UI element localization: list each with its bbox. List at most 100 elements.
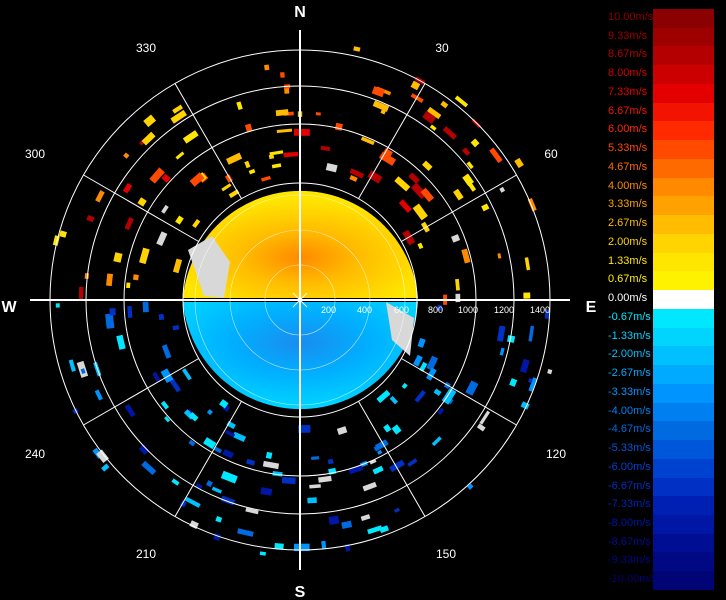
legend-label: 8.67m/s (608, 48, 648, 61)
legend-swatch (653, 158, 714, 178)
legend-label: 5.33m/s (608, 142, 648, 155)
echo-gate (376, 389, 391, 404)
echo-gate (55, 303, 60, 308)
legend-swatch (653, 252, 714, 272)
echo-gate (78, 286, 84, 300)
echo-gate (113, 252, 123, 263)
legend-swatch (653, 83, 714, 103)
echo-gate (95, 190, 105, 203)
legend-label: -9.33m/s (608, 554, 651, 567)
azimuth-label: 210 (136, 547, 156, 561)
west-label: W (1, 299, 17, 316)
echo-gate (262, 460, 280, 470)
echo-gate (417, 242, 424, 250)
echo-gate (244, 160, 251, 169)
legend-row: -7.33m/s (606, 496, 718, 516)
echo-gate (320, 145, 331, 152)
legend-label: -8.00m/s (608, 516, 651, 529)
echo-gate (499, 186, 506, 193)
echo-gate (101, 463, 110, 472)
legend-row: -4.00m/s (606, 402, 718, 422)
echo-gate (318, 475, 332, 483)
legend-swatch (653, 552, 714, 572)
legend-label: -4.00m/s (608, 404, 651, 417)
echo-gate (360, 514, 371, 521)
legend-row: 2.67m/s (606, 215, 718, 235)
echo-gate (431, 436, 442, 447)
legend-swatch (653, 421, 714, 441)
echo-gate (222, 449, 235, 459)
echo-gate (389, 459, 406, 473)
range-label: 1400 (530, 305, 550, 315)
legend-swatch (653, 440, 714, 460)
azimuth-label: 30 (435, 41, 449, 55)
legend-row: -8.00m/s (606, 514, 718, 534)
echo-gate (307, 497, 317, 504)
legend-label: -2.67m/s (608, 367, 651, 380)
echo-gate (433, 388, 442, 397)
echo-gate (328, 515, 340, 525)
echo-gate (139, 247, 150, 265)
legend-row: -10.00m/s (606, 571, 718, 591)
echo-gate (245, 458, 256, 466)
azimuth-spoke (401, 358, 517, 426)
legend-row: 3.33m/s (606, 196, 718, 216)
echo-gate (293, 128, 310, 136)
legend-row: 0.00m/s (606, 290, 718, 310)
echo-gate (371, 86, 385, 98)
legend-label: 1.33m/s (608, 254, 648, 267)
echo-gate (132, 274, 139, 281)
legend-swatch (653, 65, 714, 85)
azimuth-label: 240 (25, 447, 45, 461)
echo-gate (232, 431, 247, 442)
legend-row: 2.00m/s (606, 233, 718, 253)
echo-gate (106, 273, 113, 287)
legend-row: -9.33m/s (606, 552, 718, 572)
legend-row: -8.67m/s (606, 533, 718, 553)
legend-swatch (653, 365, 714, 385)
legend-swatch (653, 271, 714, 291)
echo-gate (236, 101, 243, 111)
legend-swatch (653, 121, 714, 141)
echo-gate (224, 429, 236, 438)
echo-gate (327, 458, 334, 465)
echo-gate (175, 215, 184, 225)
echo-gate (283, 151, 299, 158)
echo-gate (237, 528, 254, 537)
echo-gate (172, 258, 183, 274)
echo-gate (479, 410, 491, 425)
echo-gate (349, 174, 358, 182)
legend-row: -6.00m/s (606, 458, 718, 478)
echo-gate (265, 451, 273, 460)
legend-row: 7.33m/s (606, 83, 718, 103)
echo-gate (226, 152, 243, 165)
echo-gate (442, 126, 458, 140)
echo-gate (184, 496, 201, 508)
legend-swatch (653, 571, 714, 591)
echo-gate (440, 100, 449, 109)
legend-row: -1.33m/s (606, 327, 718, 347)
echo-gate (264, 64, 270, 71)
echo-gate (394, 507, 400, 513)
echo-gate (389, 395, 399, 405)
legend-swatch (653, 458, 714, 478)
legend-swatch (653, 102, 714, 122)
echo-gate (170, 109, 188, 124)
echo-gate (391, 424, 402, 435)
legend-swatch (653, 514, 714, 534)
east-label: E (586, 299, 597, 316)
legend-label: 8.00m/s (608, 67, 648, 80)
echo-gate (161, 344, 172, 359)
legend-row: 1.33m/s (606, 252, 718, 272)
legend-swatch (653, 402, 714, 422)
echo-gate (160, 400, 170, 410)
echo-gate (353, 46, 361, 52)
legend-row: 6.00m/s (606, 121, 718, 141)
legend-label: -10.00m/s (608, 573, 657, 586)
echo-gate (524, 257, 531, 271)
legend-swatch (653, 233, 714, 253)
echo-gate (470, 138, 480, 148)
echo-gate (275, 109, 289, 117)
echo-gate (455, 278, 460, 291)
legend-label: 0.67m/s (608, 273, 648, 286)
